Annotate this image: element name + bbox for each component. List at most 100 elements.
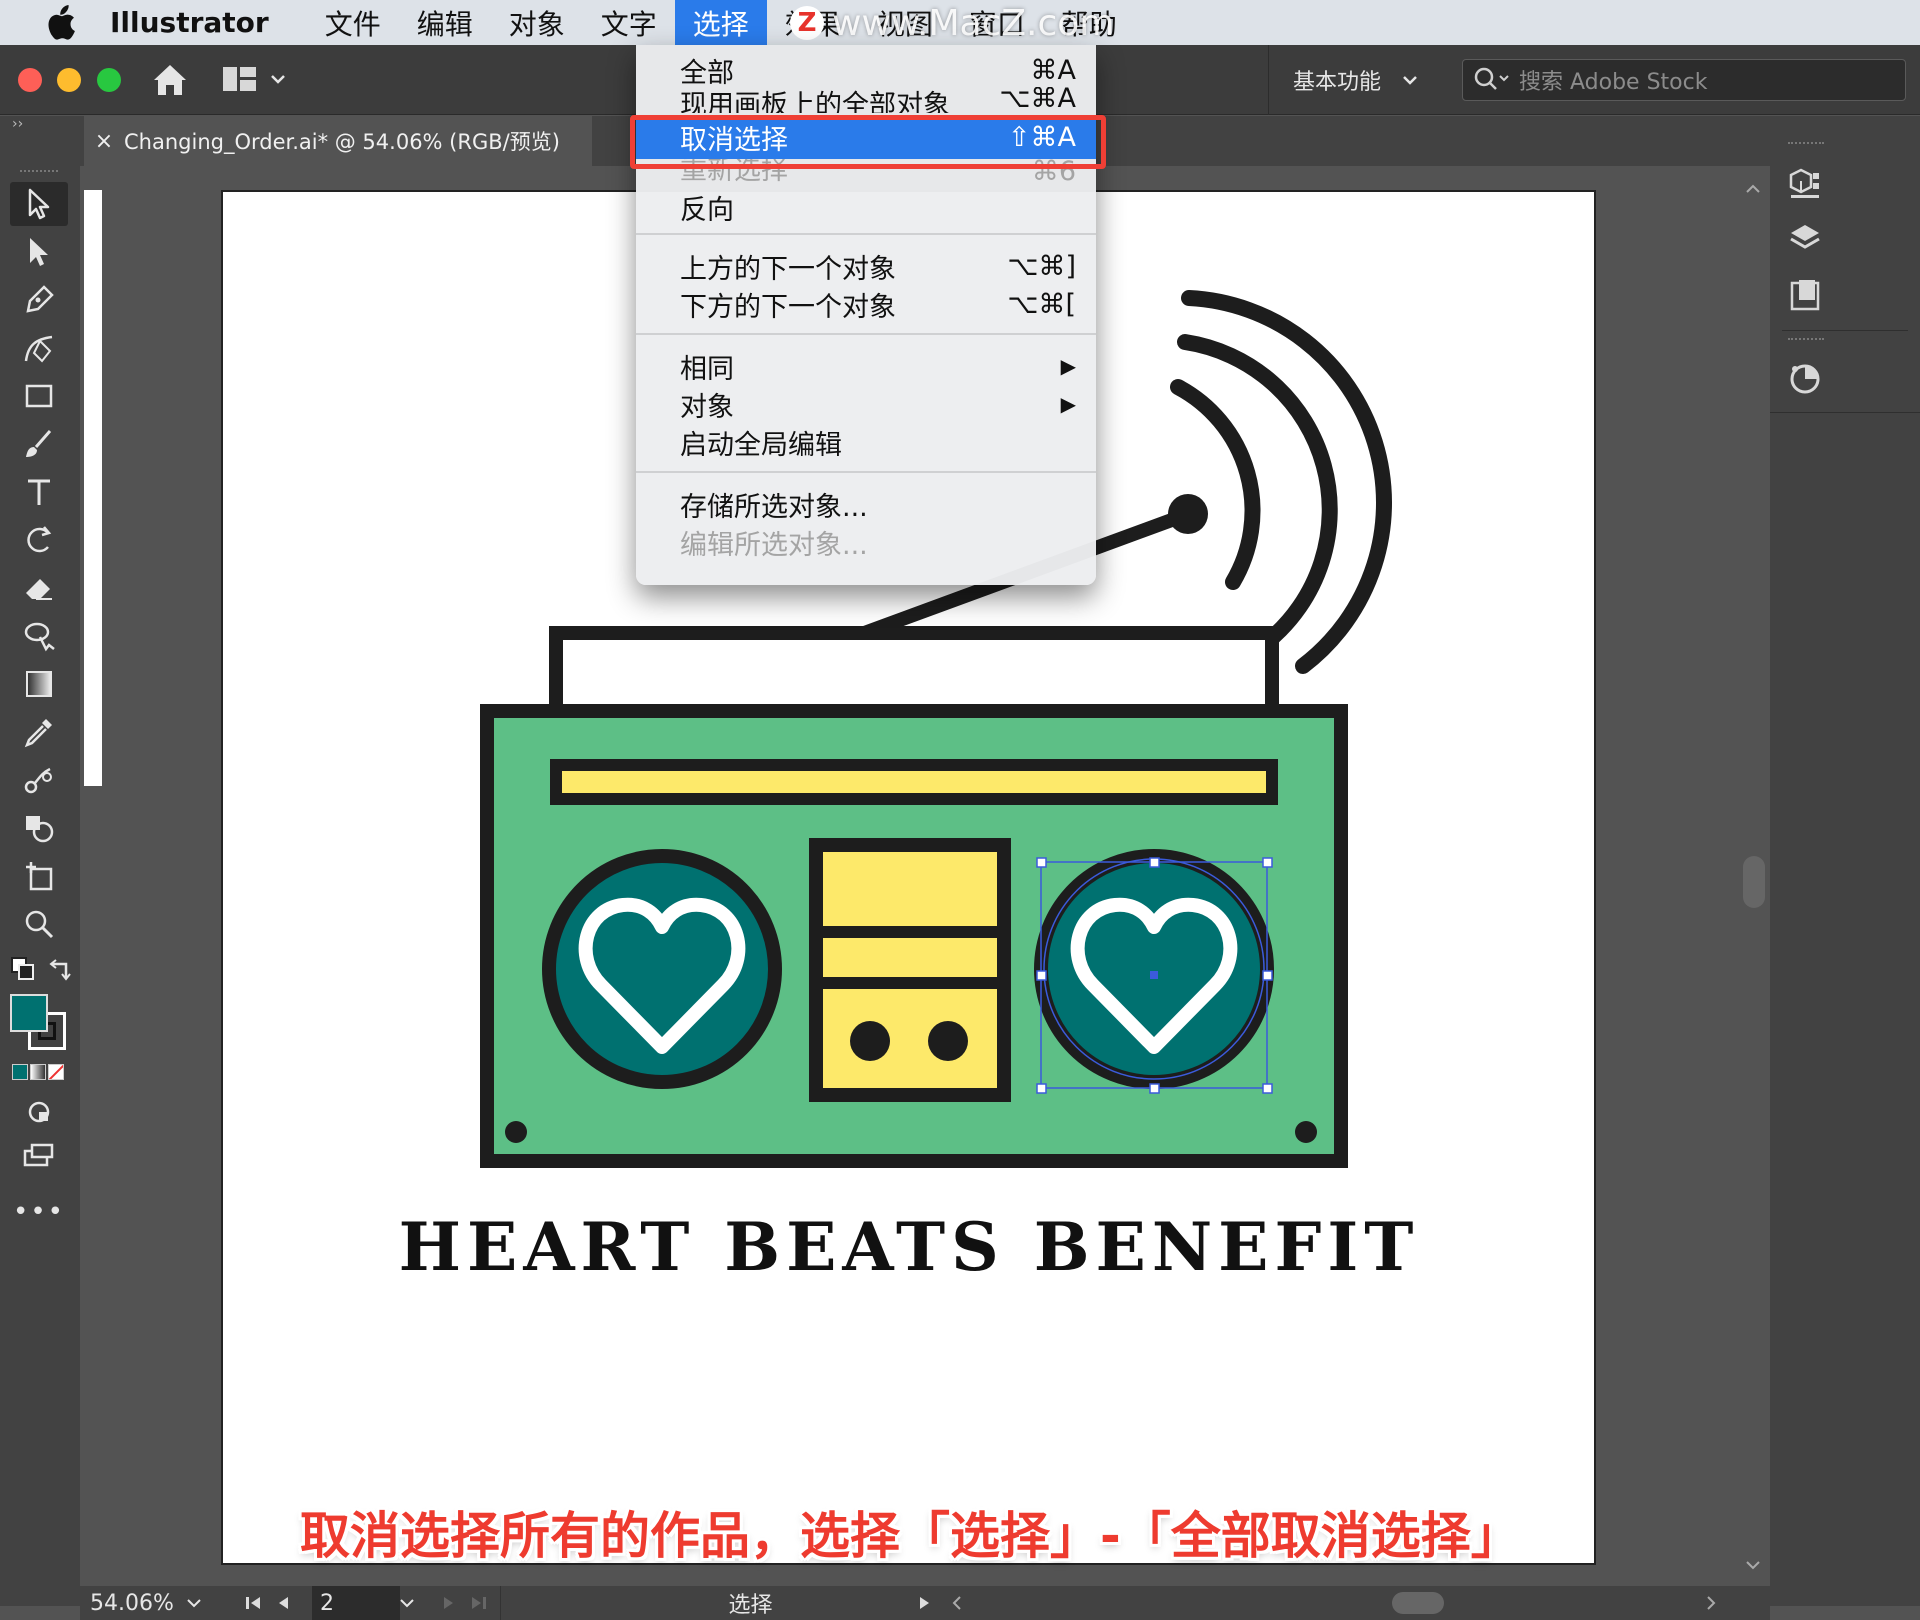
- app-name-menu[interactable]: Illustrator: [110, 6, 269, 39]
- menu-object[interactable]: 对象: [491, 0, 583, 45]
- default-colors-icon[interactable]: [10, 956, 36, 986]
- direct-selection-tool-icon[interactable]: [10, 230, 68, 274]
- apple-icon[interactable]: [40, 3, 80, 43]
- fill-stroke-swatch[interactable]: [10, 994, 70, 1054]
- eraser-tool-icon[interactable]: [10, 566, 68, 610]
- type-tool-icon[interactable]: [10, 470, 68, 514]
- document-tab-title: Changing_Order.ai* @ 54.06% (RGB/预览): [124, 130, 560, 154]
- macos-menu-bar: Illustrator 文件 编辑 对象 文字 选择 效果 视图 窗口 帮助 Z…: [0, 0, 1920, 45]
- arrange-documents-button[interactable]: [222, 65, 286, 93]
- panel-grip[interactable]: [1788, 338, 1824, 344]
- menu-select[interactable]: 选择: [674, 0, 767, 45]
- libraries-panel-icon[interactable]: [1782, 160, 1828, 206]
- menu-item-edit-selection[interactable]: 编辑所选对象...: [636, 523, 1096, 561]
- first-artboard-icon[interactable]: [244, 1595, 262, 1611]
- tools-panel: •••: [0, 166, 80, 1606]
- headline-text[interactable]: HEART BEATS BENEFIT: [399, 1208, 1420, 1286]
- gradient-tool-icon[interactable]: [10, 662, 68, 706]
- color-mode-buttons[interactable]: [12, 1064, 64, 1080]
- search-placeholder: 搜索 Adobe Stock: [1519, 70, 1708, 95]
- screen-mode-icon[interactable]: [10, 1134, 68, 1178]
- status-menu-icon[interactable]: [918, 1586, 932, 1620]
- last-artboard-icon[interactable]: [470, 1595, 488, 1611]
- scroll-thumb[interactable]: [1743, 856, 1765, 908]
- eyedropper-tool-icon[interactable]: [10, 710, 68, 754]
- chevron-down-icon: [187, 1599, 201, 1608]
- color-mode-icon[interactable]: [12, 1064, 28, 1080]
- menu-item-inverse[interactable]: 反向: [636, 188, 1096, 226]
- menu-item-select-all[interactable]: 全部 ⌘A: [636, 51, 1096, 89]
- layers-panel-icon[interactable]: [1782, 216, 1828, 262]
- scroll-right-icon[interactable]: [1704, 1595, 1718, 1611]
- menu-item-next-object-above[interactable]: 上方的下一个对象 ⌥⌘]: [636, 247, 1096, 285]
- menu-item-object[interactable]: 对象 ▶: [636, 385, 1096, 423]
- tuner-strip[interactable]: [550, 759, 1278, 805]
- antenna-tip[interactable]: [1168, 494, 1208, 534]
- gradient-mode-icon[interactable]: [30, 1064, 46, 1080]
- menu-item-save-selection[interactable]: 存储所选对象...: [636, 485, 1096, 523]
- curvature-tool-icon[interactable]: [10, 326, 68, 370]
- home-icon[interactable]: [150, 60, 190, 104]
- menu-item-start-global-edit[interactable]: 启动全局编辑: [636, 423, 1096, 461]
- menu-item-same[interactable]: 相同 ▶: [636, 347, 1096, 385]
- cassette-button-left[interactable]: [850, 1021, 890, 1061]
- scroll-left-icon[interactable]: [950, 1595, 964, 1611]
- artboard-navigator[interactable]: [244, 1586, 290, 1620]
- artboards-panel-icon[interactable]: [1782, 272, 1828, 318]
- vertical-scrollbar[interactable]: [1736, 166, 1770, 1586]
- expand-panel-icon[interactable]: ››: [12, 116, 23, 132]
- color-guide-panel-icon[interactable]: [1782, 356, 1828, 402]
- zoom-window-button[interactable]: [97, 68, 121, 92]
- menu-item-next-object-below[interactable]: 下方的下一个对象 ⌥⌘[: [636, 285, 1096, 323]
- selection-tool-icon[interactable]: [10, 182, 68, 226]
- cassette-button-right[interactable]: [928, 1021, 968, 1061]
- menu-window[interactable]: 窗口: [951, 0, 1043, 45]
- zoom-value[interactable]: 54.06%: [90, 1591, 174, 1616]
- swap-colors-icon[interactable]: [48, 956, 74, 986]
- rectangle-tool-icon[interactable]: [10, 374, 68, 418]
- panel-grip[interactable]: [20, 170, 58, 176]
- rotate-tool-icon[interactable]: [10, 518, 68, 562]
- zoom-tool-icon[interactable]: [10, 902, 68, 946]
- paintbrush-tool-icon[interactable]: [10, 422, 68, 466]
- artboard-number[interactable]: 2: [320, 1591, 334, 1616]
- scroll-up-icon[interactable]: [1744, 180, 1762, 199]
- right-panel-dock: [1770, 116, 1920, 1606]
- adobe-stock-search-input[interactable]: 搜索 Adobe Stock: [1462, 59, 1906, 101]
- menu-effect[interactable]: 效果: [767, 0, 859, 45]
- artboard-nav-next[interactable]: [442, 1586, 488, 1620]
- more-tools-icon[interactable]: •••: [10, 1190, 68, 1234]
- width-tool-icon[interactable]: [10, 614, 68, 658]
- signal-wave-small[interactable]: [1170, 379, 1261, 590]
- document-tab[interactable]: × Changing_Order.ai* @ 54.06% (RGB/预览): [84, 116, 592, 166]
- artboard-number-field[interactable]: 2: [312, 1586, 400, 1620]
- none-mode-icon[interactable]: [48, 1064, 64, 1080]
- artboard-dropdown[interactable]: [398, 1586, 416, 1620]
- menu-view[interactable]: 视图: [859, 0, 951, 45]
- close-tab-icon[interactable]: ×: [84, 129, 124, 154]
- cassette-panel[interactable]: [809, 838, 1011, 1102]
- menu-type[interactable]: 文字: [583, 0, 675, 45]
- fill-swatch[interactable]: [10, 994, 48, 1032]
- scroll-down-icon[interactable]: [1744, 1556, 1762, 1575]
- search-icon: [1474, 67, 1509, 90]
- blend-tool-icon[interactable]: [10, 758, 68, 802]
- workspace-label: 基本功能: [1293, 70, 1382, 95]
- draw-mode-icon[interactable]: [10, 1090, 68, 1134]
- close-window-button[interactable]: [18, 68, 42, 92]
- artboard-tool-icon[interactable]: [10, 854, 68, 898]
- minimize-window-button[interactable]: [57, 68, 81, 92]
- next-artboard-icon[interactable]: [442, 1595, 456, 1611]
- menu-item-all-on-active-artboard[interactable]: 现用画板上的全部对象 ⌥⌘A: [636, 87, 1096, 113]
- zoom-field[interactable]: 54.06%: [90, 1586, 202, 1620]
- workspace-switcher[interactable]: 基本功能: [1268, 45, 1419, 115]
- shape-builder-tool-icon[interactable]: [10, 806, 68, 850]
- menu-edit[interactable]: 编辑: [399, 0, 491, 45]
- horizontal-scroll-thumb[interactable]: [1392, 1592, 1444, 1614]
- previous-artboard-icon[interactable]: [276, 1595, 290, 1611]
- panel-grip[interactable]: [1788, 142, 1824, 148]
- menu-file[interactable]: 文件: [307, 0, 399, 45]
- horizontal-scrollbar[interactable]: [950, 1586, 1740, 1620]
- menu-help[interactable]: 帮助: [1043, 0, 1135, 45]
- pen-tool-icon[interactable]: [10, 278, 68, 322]
